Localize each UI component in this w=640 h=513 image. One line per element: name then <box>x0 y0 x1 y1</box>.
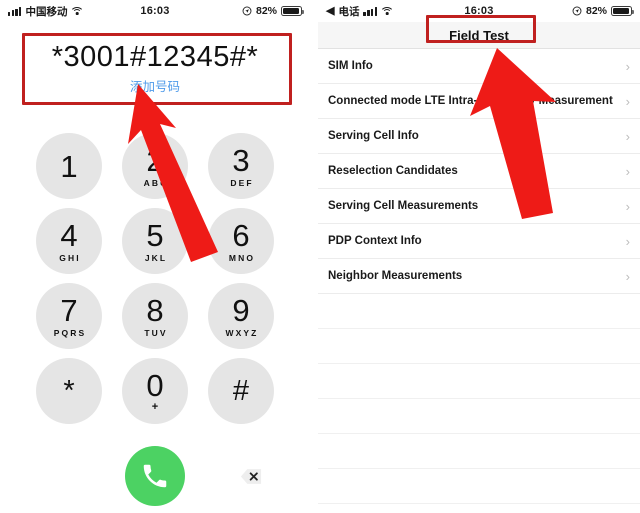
keypad-key-hash[interactable]: # <box>208 358 274 424</box>
chevron-right-icon: › <box>625 58 630 74</box>
battery-percent-label: 82% <box>585 5 607 17</box>
phone-handset-icon <box>143 464 167 488</box>
right-phone-panel: ◀ 电话 16:03 82% Field Test SIM Info › Conne… <box>318 0 640 513</box>
dialer-keypad: 1 2 ABC 3 DEF 4 GHI 5 JKL 6 MNO 7 PQRS 8 TUV 9 WXYZ * 0 + # <box>0 133 310 424</box>
chevron-right-icon: › <box>625 198 630 214</box>
panel-divider <box>310 0 318 513</box>
list-item-label: Neighbor Measurements <box>328 270 463 282</box>
right-status-bar: ◀ 电话 16:03 82% <box>318 0 640 22</box>
page-title: Field Test <box>449 27 509 43</box>
screenshot-root: 中国移动 16:03 82% *3001#12345#* 添加号码 1 2 ABC 3… <box>0 0 640 513</box>
keypad-key-letters: PQRS <box>53 327 87 338</box>
list-item-label: Connected mode LTE Intra-Frequency Measu… <box>328 95 613 107</box>
field-test-navbar: Field Test <box>318 22 640 49</box>
keypad-key-0[interactable]: 0 + <box>122 358 188 424</box>
battery-percent-label: 82% <box>255 5 277 17</box>
keypad-key-digit: 6 <box>232 217 250 253</box>
keypad-key-letters: DEF <box>230 177 254 188</box>
dialed-number: *3001#12345#* <box>51 41 259 73</box>
keypad-key-digit: 1 <box>60 148 78 184</box>
list-item-label: Serving Cell Info <box>328 130 419 142</box>
list-item-empty <box>318 434 640 469</box>
keypad-key-8[interactable]: 8 TUV <box>122 283 188 349</box>
keypad-key-letters: TUV <box>144 327 168 338</box>
keypad-key-1[interactable]: 1 <box>36 133 102 199</box>
list-item-empty <box>318 469 640 504</box>
keypad-key-9[interactable]: 9 WXYZ <box>208 283 274 349</box>
list-item-empty <box>318 294 640 329</box>
keypad-key-6[interactable]: 6 MNO <box>208 208 274 274</box>
delete-backspace-icon <box>240 468 262 484</box>
keypad-key-letters: GHI <box>59 252 81 263</box>
left-status-right: 82% <box>242 5 305 17</box>
list-item[interactable]: Neighbor Measurements › <box>318 259 640 294</box>
list-item[interactable]: Serving Cell Info › <box>318 119 640 154</box>
keypad-key-digit: 7 <box>60 292 78 328</box>
keypad-key-digit: 9 <box>232 292 250 328</box>
add-number-button[interactable]: 添加号码 <box>130 76 180 95</box>
left-phone-panel: 中国移动 16:03 82% *3001#12345#* 添加号码 1 2 ABC 3… <box>0 0 310 513</box>
dial-display: *3001#12345#* 添加号码 <box>0 36 310 100</box>
location-arrow-icon <box>572 6 582 16</box>
right-status-right: 82% <box>572 5 635 17</box>
keypad-key-letters: JKL <box>144 252 168 263</box>
battery-icon <box>281 6 305 16</box>
keypad-key-7[interactable]: 7 PQRS <box>36 283 102 349</box>
delete-backspace-button[interactable] <box>240 465 262 487</box>
chevron-right-icon: › <box>625 163 630 179</box>
keypad-key-letters: MNO <box>228 252 256 263</box>
keypad-key-4[interactable]: 4 GHI <box>36 208 102 274</box>
keypad-key-digit: 5 <box>146 217 164 253</box>
list-item[interactable]: Serving Cell Measurements › <box>318 189 640 224</box>
list-item[interactable]: Connected mode LTE Intra-Frequency Measu… <box>318 84 640 119</box>
list-item-empty <box>318 504 640 513</box>
chevron-right-icon: › <box>625 233 630 249</box>
list-item-label: Serving Cell Measurements <box>328 200 479 212</box>
keypad-key-5[interactable]: 5 JKL <box>122 208 188 274</box>
battery-icon <box>611 6 635 16</box>
keypad-key-digit: 0 <box>146 367 164 403</box>
list-item-label: SIM Info <box>328 60 373 72</box>
list-item-empty <box>318 364 640 399</box>
list-item-empty <box>318 329 640 364</box>
keypad-key-digit: 2 <box>146 142 164 178</box>
chevron-right-icon: › <box>625 93 630 109</box>
list-item-label: Reselection Candidates <box>328 165 458 177</box>
keypad-key-digit: 8 <box>146 292 164 328</box>
call-button[interactable] <box>125 446 185 506</box>
list-item[interactable]: SIM Info › <box>318 49 640 84</box>
list-item-label: PDP Context Info <box>328 235 422 247</box>
keypad-key-digit: # <box>232 374 250 407</box>
location-arrow-icon <box>242 6 252 16</box>
left-status-bar: 中国移动 16:03 82% <box>0 0 310 22</box>
keypad-key-letters: ABC <box>143 177 169 188</box>
chevron-right-icon: › <box>625 268 630 284</box>
field-test-list: SIM Info › Connected mode LTE Intra-Freque… <box>318 49 640 513</box>
chevron-right-icon: › <box>625 128 630 144</box>
list-item-empty <box>318 399 640 434</box>
dialer-action-row <box>0 446 310 508</box>
keypad-key-digit: * <box>63 374 75 407</box>
list-item[interactable]: Reselection Candidates › <box>318 154 640 189</box>
keypad-key-digit: 4 <box>60 217 78 253</box>
list-item[interactable]: PDP Context Info › <box>318 224 640 259</box>
keypad-key-digit: 3 <box>232 142 250 178</box>
keypad-key-letters: WXYZ <box>225 327 259 338</box>
keypad-key-2[interactable]: 2 ABC <box>122 133 188 199</box>
keypad-key-3[interactable]: 3 DEF <box>208 133 274 199</box>
keypad-key-star[interactable]: * <box>36 358 102 424</box>
keypad-key-letters: + <box>151 400 159 413</box>
